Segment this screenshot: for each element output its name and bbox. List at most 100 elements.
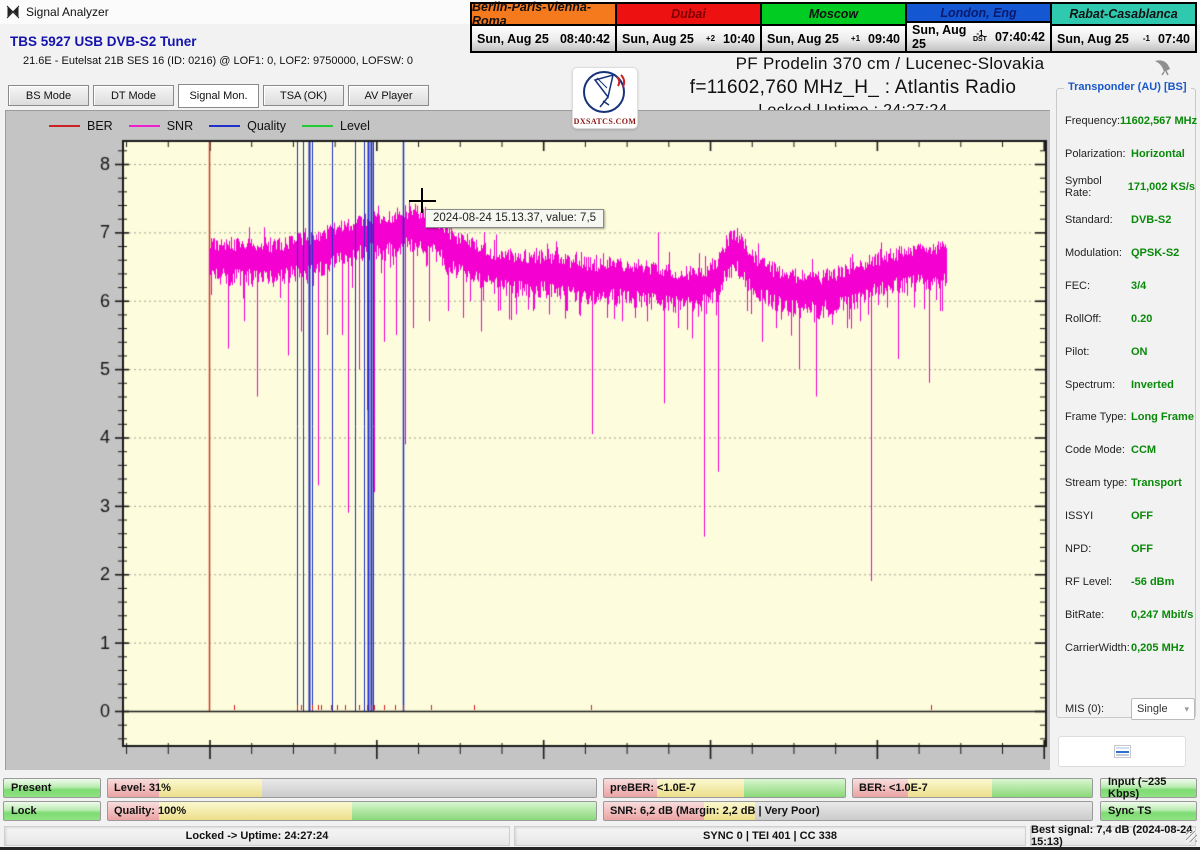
transponder-value: Horizontal [1131,148,1185,160]
transponder-row: CarrierWidth:0,205 MHz [1057,631,1195,664]
clock-london-eng: London, EngSun, Aug 25-1DST07:40:42 [905,2,1052,53]
clock-city: Moscow [762,4,905,26]
tab-av-player[interactable]: AV Player [348,85,429,106]
legend-label: Quality [247,119,286,133]
clock-dubai: DubaiSun, Aug 25+210:40 [615,2,762,53]
legend-swatch [302,125,333,127]
tab-tsa-ok-[interactable]: TSA (OK) [263,85,344,106]
transponder-value: Inverted [1131,379,1174,391]
clock-time-row: Sun, Aug 25+2 10:40 [617,26,760,51]
transponder-value: OFF [1131,543,1153,555]
clock-date: Sun, Aug 25 [1057,32,1143,46]
legend-swatch [49,125,80,127]
transponder-value: QPSK-S2 [1131,247,1179,259]
mis-dropdown[interactable]: Single ▾ [1131,698,1195,720]
transponder-row: FEC:3/4 [1057,269,1195,302]
level-meter: Level: 31% [107,778,597,798]
clock-date: Sun, Aug 25 [477,32,560,46]
transponder-row: RF Level:-56 dBm [1057,565,1195,598]
level-zone-silver [262,779,596,797]
transponder-label: Frequency: [1057,115,1120,127]
transponder-title: Transponder (AU) [BS] [1064,81,1191,93]
signal-analyzer-window: Signal Analyzer Berlin-Paris-Vienna-Roma… [0,0,1200,850]
transponder-label: BitRate: [1057,609,1131,621]
preber-meter: preBER: <1.0E-7 [603,778,846,798]
transponder-value: 0,205 MHz [1131,642,1184,654]
clock-utc-offset: -1 [1143,36,1150,42]
legend-label: Level [340,119,370,133]
transponder-row: RollOff:0.20 [1057,302,1195,335]
tab-bs-mode[interactable]: BS Mode [8,85,89,106]
transponder-value: 3/4 [1131,280,1146,292]
transponder-label: RF Level: [1057,576,1131,588]
clock-berlin-paris-vienna-roma: Berlin-Paris-Vienna-RomaSun, Aug 2508:40… [470,2,617,53]
transponder-row: Standard:DVB-S2 [1057,204,1195,237]
ber-meter: BER: <1.0E-7 [852,778,1093,798]
transponder-row: Modulation:QPSK-S2 [1057,237,1195,270]
clock-date: Sun, Aug 25 [622,32,706,46]
transponder-row: Pilot:ON [1057,335,1195,368]
device-subtitle: 21.6E - Eutelsat 21B SES 16 (ID: 0216) @… [23,55,413,67]
legend-label: SNR [167,119,193,133]
lock-badge: Lock [3,801,101,821]
transponder-row: Spectrum:Inverted [1057,368,1195,401]
transponder-row: Frame Type:Long Frame [1057,401,1195,434]
preber-meter-label: preBER: <1.0E-7 [610,779,696,797]
transponder-label: ISSYI [1057,510,1131,522]
stream-button[interactable] [1058,736,1186,767]
ber-meter-label: BER: <1.0E-7 [859,779,928,797]
clock-time: 07:40 [1158,32,1190,46]
window-title: Signal Analyzer [26,5,109,19]
statusbar-cell-2: Best signal: 7,4 dB (2024-08-24 15:13) [1030,826,1196,846]
chart-legend: BER SNR Quality Level [49,114,370,138]
clock-city: London, Eng [907,4,1050,23]
transponder-label: Polarization: [1057,148,1131,160]
chart-tooltip: 2024-08-24 15.13.37, value: 7,5 [425,209,604,228]
clock-utc-offset: +1 [851,36,860,42]
sync-ts-badge: Sync TS [1100,801,1197,821]
mis-label: MIS (0): [1057,703,1131,715]
level-zone-yellow [159,779,261,797]
tab-signal-mon-[interactable]: Signal Mon. [178,84,259,108]
clock-time-row: Sun, Aug 25-1 07:40 [1052,26,1195,51]
mis-value: Single [1137,703,1168,715]
chevron-down-icon: ▾ [1184,704,1189,715]
quality-meter-label: Quality: 100% [114,802,186,820]
transponder-value: -56 dBm [1131,576,1174,588]
clock-time-row: Sun, Aug 25-1DST07:40:42 [907,23,1050,51]
transponder-value: 0.20 [1131,313,1152,325]
transponder-label: Code Mode: [1057,444,1131,456]
transponder-label: Modulation: [1057,247,1131,259]
clock-utc-offset: +2 [706,36,715,42]
clock-time-row: Sun, Aug 2508:40:42 [472,26,615,51]
device-title: TBS 5927 USB DVB-S2 Tuner [10,34,197,49]
transponder-label: Frame Type: [1057,411,1131,423]
transponder-label: NPD: [1057,543,1131,555]
clock-city: Rabat-Casablanca [1052,4,1195,26]
clock-time: 07:40:42 [995,30,1045,44]
level-meter-label: Level: 31% [114,779,171,797]
transponder-label: CarrierWidth: [1057,642,1131,654]
legend-swatch [209,125,240,127]
mis-row: MIS (0): Single ▾ [1057,693,1195,726]
transponder-row: Frequency:11602,567 MHz [1057,105,1195,138]
quality-zone-green [352,802,596,820]
transponder-value: Long Frame [1131,411,1194,423]
transponder-row: Code Mode:CCM [1057,434,1195,467]
satellite-dish-icon [6,5,20,19]
legend-item-ber: BER [49,119,113,133]
resize-grip-icon[interactable] [1186,831,1197,842]
transponder-value: CCM [1131,444,1156,456]
legend-item-level: Level [302,119,370,133]
transponder-row: ISSYIOFF [1057,500,1195,533]
tab-dt-mode[interactable]: DT Mode [93,85,174,106]
world-clocks: Berlin-Paris-Vienna-RomaSun, Aug 2508:40… [470,2,1197,53]
frequency-line: f=11602,760 MHz_H_ : Atlantis Radio [653,77,1053,99]
clock-time: 10:40 [723,32,755,46]
dxsatcs-logo: DXSATCS.COM [572,67,638,129]
transponder-value: 171,002 KS/s [1128,181,1195,193]
transponder-rows: Frequency:11602,567 MHz Polarization:Hori… [1057,105,1195,664]
legend-item-snr: SNR [129,119,193,133]
transponder-value: ON [1131,346,1148,358]
transponder-label: Spectrum: [1057,379,1131,391]
